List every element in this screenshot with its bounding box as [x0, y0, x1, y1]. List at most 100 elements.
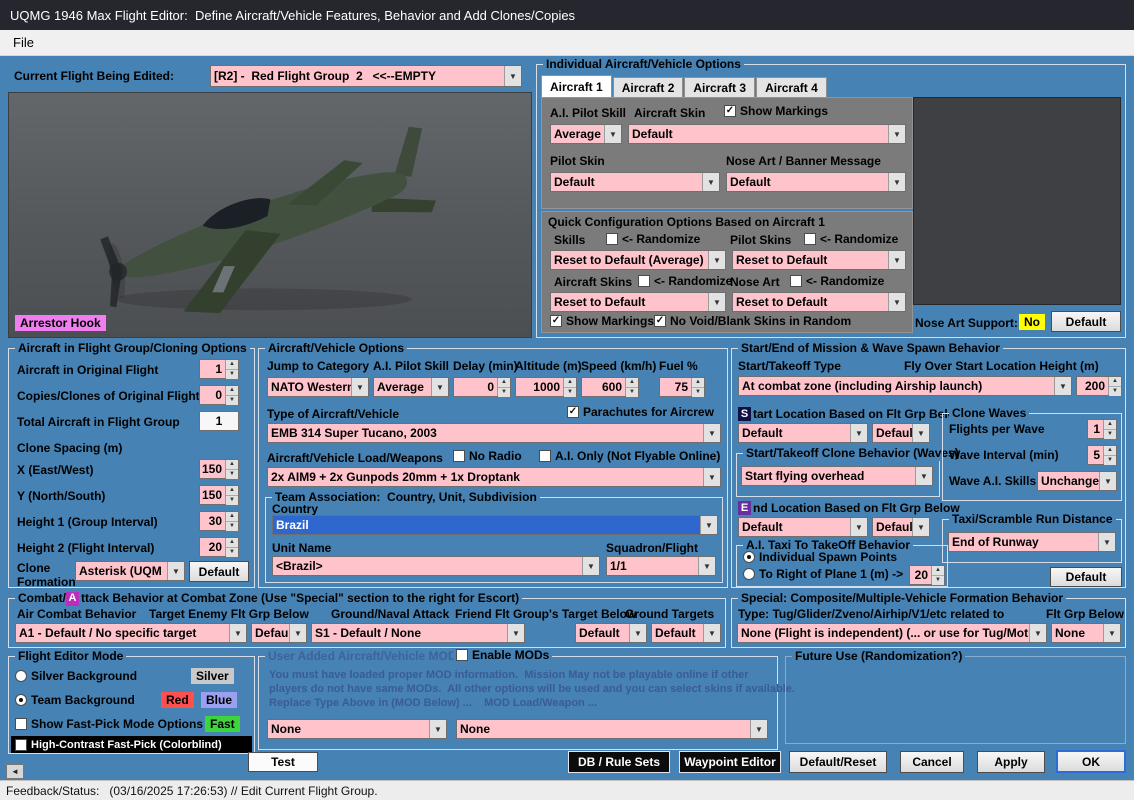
spinner-down-icon[interactable]: ▼	[932, 575, 944, 585]
fly-height-spinner[interactable]: 200 ▲ ▼	[1076, 376, 1122, 396]
height2-spinner[interactable]: 20 ▲ ▼	[199, 537, 239, 557]
cancel-button[interactable]: Cancel	[900, 751, 964, 773]
spinner-up-icon[interactable]: ▲	[692, 378, 704, 387]
unit-name-select[interactable]: <Brazil> ▼	[272, 556, 600, 576]
tab-aircraft-4[interactable]: Aircraft 4	[756, 77, 827, 97]
delay-spinner[interactable]: 0 ▲ ▼	[453, 377, 511, 397]
pilot-skins-reset-select[interactable]: Reset to Default ▼	[732, 250, 906, 270]
no-radio-checkbox[interactable]: No Radio	[453, 449, 522, 463]
end-location-select[interactable]: Default ▼	[738, 517, 868, 537]
spinner-up-icon[interactable]: ▲	[498, 378, 510, 387]
tab-aircraft-1[interactable]: Aircraft 1	[541, 75, 612, 97]
nose-art-reset-select[interactable]: Reset to Default ▼	[732, 292, 906, 312]
spinner-down-icon[interactable]: ▼	[226, 547, 238, 557]
formation-type-select[interactable]: None (Flight is independent) (... or use…	[737, 623, 1047, 643]
skills-reset-select[interactable]: Reset to Default (Average) ▼	[550, 250, 726, 270]
individual-spawn-radio[interactable]: Individual Spawn Points	[743, 550, 897, 564]
nose-art-randomize-checkbox[interactable]: <- Randomize	[790, 274, 884, 288]
test-button[interactable]: Test	[248, 752, 318, 772]
spinner-up-icon[interactable]: ▲	[932, 566, 944, 575]
fast-pick-checkbox[interactable]: Show Fast-Pick Mode Options	[15, 717, 203, 731]
ok-button[interactable]: OK	[1056, 750, 1126, 773]
aircraft-type-select[interactable]: EMB 314 Super Tucano, 2003 ▼	[267, 423, 721, 443]
aircraft-skins-randomize-checkbox[interactable]: <- Randomize	[638, 274, 732, 288]
spinner-down-icon[interactable]: ▼	[498, 387, 510, 397]
right-of-plane-radio[interactable]: To Right of Plane 1 (m) ->	[743, 567, 903, 581]
spinner-down-icon[interactable]: ▼	[226, 495, 238, 505]
right-of-plane-spinner[interactable]: 20 ▲ ▼	[909, 565, 945, 585]
formation-default-button[interactable]: Default	[189, 561, 249, 582]
spinner-down-icon[interactable]: ▼	[1104, 455, 1116, 465]
spinner-down-icon[interactable]: ▼	[226, 369, 238, 379]
ground-naval-select[interactable]: S1 - Default / None ▼	[311, 623, 525, 643]
original-flight-spinner[interactable]: 1 ▲ ▼	[199, 359, 239, 379]
spinner-up-icon[interactable]: ▲	[226, 486, 238, 495]
start-location-alt-select[interactable]: Defaul ▼	[872, 423, 930, 443]
spinner-up-icon[interactable]: ▲	[626, 378, 638, 387]
menu-file[interactable]: File	[0, 35, 47, 50]
taxi-run-select[interactable]: End of Runway ▼	[948, 532, 1116, 552]
y-spacing-spinner[interactable]: 150 ▲ ▼	[199, 485, 239, 505]
flights-per-wave-spinner[interactable]: 1 ▲ ▼	[1087, 419, 1117, 439]
x-spacing-spinner[interactable]: 150 ▲ ▼	[199, 459, 239, 479]
country-select[interactable]: Brazil ▼	[272, 515, 718, 535]
clone-behavior-select[interactable]: Start flying overhead ▼	[741, 466, 933, 486]
tab-aircraft-3[interactable]: Aircraft 3	[684, 77, 756, 97]
tab-aircraft-2[interactable]: Aircraft 2	[612, 77, 684, 97]
air-combat-select[interactable]: A1 - Default / No specific target ▼	[15, 623, 247, 643]
wave-interval-spinner[interactable]: 5 ▲ ▼	[1087, 445, 1117, 465]
target-enemy-select[interactable]: Defaul ▼	[251, 623, 307, 643]
spinner-up-icon[interactable]: ▲	[564, 378, 576, 387]
ai-only-checkbox[interactable]: A.I. Only (Not Flyable Online)	[539, 449, 720, 463]
ground-targets-select[interactable]: Default ▼	[651, 623, 721, 643]
spinner-up-icon[interactable]: ▲	[226, 512, 238, 521]
start-location-select[interactable]: Default ▼	[738, 423, 868, 443]
aircraft-skins-reset-select[interactable]: Reset to Default ▼	[550, 292, 726, 312]
end-location-alt-select[interactable]: Defaul ▼	[872, 517, 930, 537]
height1-spinner[interactable]: 30 ▲ ▼	[199, 511, 239, 531]
no-void-skins-checkbox[interactable]: No Void/Blank Skins in Random	[654, 314, 851, 328]
speed-spinner[interactable]: 600 ▲ ▼	[581, 377, 639, 397]
high-contrast-checkbox[interactable]: High-Contrast Fast-Pick (Colorblind)	[11, 736, 252, 753]
spawn-default-button[interactable]: Default	[1050, 567, 1122, 587]
ai-pilot-skill-select[interactable]: Average ▼	[550, 124, 622, 144]
spinner-down-icon[interactable]: ▼	[1109, 386, 1121, 396]
quick-show-markings-checkbox[interactable]: Show Markings	[550, 314, 654, 328]
start-type-select[interactable]: At combat zone (including Airship launch…	[738, 376, 1072, 396]
waypoint-editor-button[interactable]: Waypoint Editor	[679, 751, 781, 773]
nose-art-default-button[interactable]: Default	[1051, 311, 1121, 332]
parachutes-checkbox[interactable]: Parachutes for Aircrew	[567, 405, 714, 419]
spinner-down-icon[interactable]: ▼	[692, 387, 704, 397]
scroll-left-button[interactable]: ◄	[6, 764, 24, 779]
spinner-down-icon[interactable]: ▼	[226, 521, 238, 531]
spinner-up-icon[interactable]: ▲	[1104, 420, 1116, 429]
db-rule-sets-button[interactable]: DB / Rule Sets	[568, 751, 670, 773]
spinner-up-icon[interactable]: ▲	[1104, 446, 1116, 455]
default-reset-button[interactable]: Default/Reset	[789, 751, 887, 773]
copies-spinner[interactable]: 0 ▲ ▼	[199, 385, 239, 405]
spinner-down-icon[interactable]: ▼	[226, 469, 238, 479]
current-flight-select[interactable]: [R2] - Red Flight Group 2 <<--EMPTY ▼	[210, 65, 522, 87]
wave-skills-select[interactable]: Unchange ▼	[1037, 471, 1117, 491]
jump-category-select[interactable]: NATO Western ▼	[267, 377, 369, 397]
spinner-down-icon[interactable]: ▼	[626, 387, 638, 397]
silver-background-radio[interactable]: Silver Background	[15, 669, 137, 683]
enable-mods-checkbox[interactable]: Enable MODs	[453, 648, 553, 662]
aircraft-skin-select[interactable]: Default ▼	[628, 124, 906, 144]
spinner-up-icon[interactable]: ▲	[226, 538, 238, 547]
skills-randomize-checkbox[interactable]: <- Randomize	[606, 232, 700, 246]
friend-target-select[interactable]: Default ▼	[575, 623, 647, 643]
spinner-up-icon[interactable]: ▲	[226, 386, 238, 395]
spinner-down-icon[interactable]: ▼	[1104, 429, 1116, 439]
load-weapons-select[interactable]: 2x AIM9 + 2x Gunpods 20mm + 1x Droptank ▼	[267, 467, 721, 487]
pilot-skins-randomize-checkbox[interactable]: <- Randomize	[804, 232, 898, 246]
squadron-select[interactable]: 1/1 ▼	[606, 556, 716, 576]
spinner-up-icon[interactable]: ▲	[1109, 377, 1121, 386]
apply-button[interactable]: Apply	[977, 751, 1045, 773]
fuel-spinner[interactable]: 75 ▲ ▼	[659, 377, 705, 397]
mod-load-select[interactable]: None ▼	[456, 719, 768, 739]
pilot-skill-select[interactable]: Average ▼	[373, 377, 449, 397]
spinner-down-icon[interactable]: ▼	[226, 395, 238, 405]
pilot-skin-select[interactable]: Default ▼	[550, 172, 720, 192]
spinner-up-icon[interactable]: ▲	[226, 460, 238, 469]
